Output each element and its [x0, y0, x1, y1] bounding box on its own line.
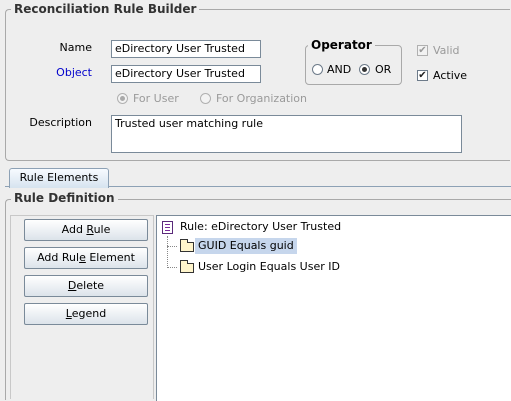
folder-icon [180, 239, 194, 252]
description-field[interactable]: Trusted user matching rule [111, 115, 462, 153]
for-user-radio [117, 93, 128, 104]
and-radio-label: AND [327, 63, 352, 76]
name-field[interactable]: eDirectory User Trusted [111, 40, 261, 58]
rule-builder-title: Reconciliation Rule Builder [11, 2, 200, 16]
active-checkbox[interactable]: ✔ [417, 70, 428, 81]
tab-rule-elements[interactable]: Rule Elements [9, 168, 109, 188]
and-radio[interactable] [312, 64, 323, 75]
add-rule-element-button[interactable]: Add Rule Element [24, 247, 148, 269]
for-user-label: For User [133, 92, 179, 105]
tree-node-guid[interactable]: GUID Equals guid [195, 238, 297, 254]
add-rule-button[interactable]: Add Rule [24, 219, 148, 241]
operator-label: Operator [308, 38, 375, 52]
name-label: Name [59, 41, 92, 54]
delete-button[interactable]: Delete [24, 275, 148, 297]
tree-connector [167, 267, 177, 268]
valid-checkbox: ✔ [417, 45, 428, 56]
tree-connector [167, 246, 177, 247]
folder-icon [180, 260, 194, 273]
or-radio[interactable] [359, 64, 370, 75]
or-radio-label: OR [375, 63, 392, 76]
rule-definition-title: Rule Definition [11, 191, 118, 205]
object-field[interactable]: eDirectory User Trusted [111, 65, 261, 83]
for-organization-radio [200, 93, 211, 104]
description-label: Description [29, 116, 92, 129]
rule-icon [162, 221, 173, 234]
valid-label: Valid [433, 44, 460, 57]
object-label: Object [56, 66, 92, 79]
tree-root-rule[interactable]: Rule: eDirectory User Trusted [180, 219, 341, 235]
legend-button[interactable]: Legend [24, 303, 148, 325]
for-organization-label: For Organization [216, 92, 308, 105]
tree-connector [167, 236, 168, 268]
active-label: Active [433, 69, 468, 82]
tree-node-user-login[interactable]: User Login Equals User ID [198, 259, 340, 275]
